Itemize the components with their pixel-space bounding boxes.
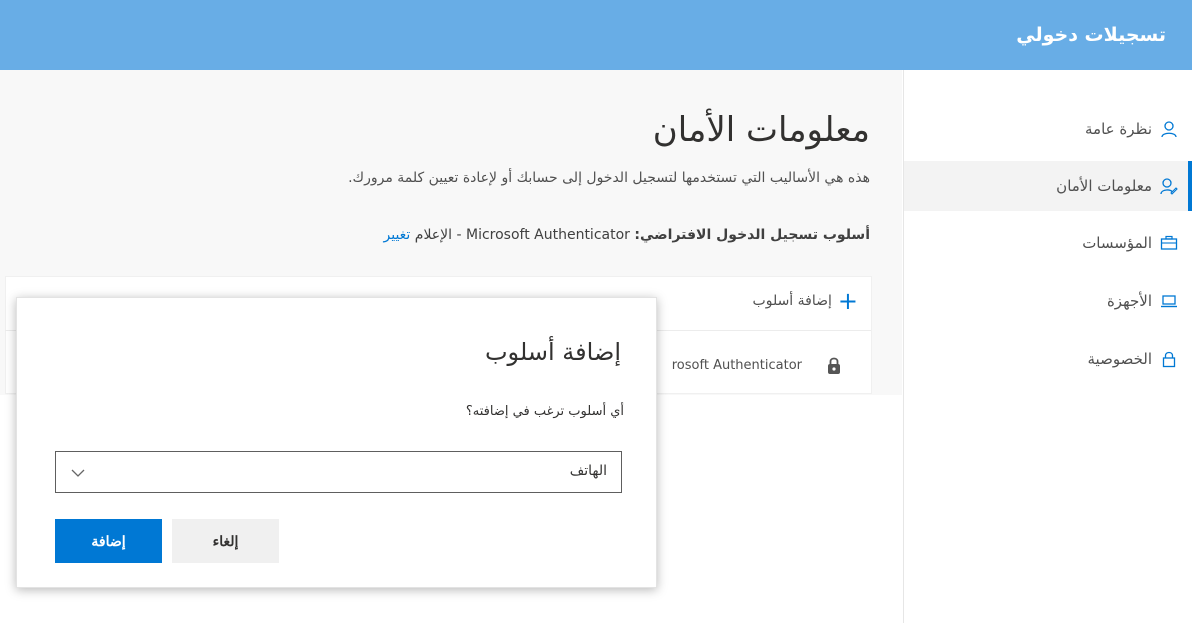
- sidebar-item-label: الأجهزة: [1106, 292, 1152, 310]
- change-default-method-link[interactable]: تغيير: [384, 227, 411, 243]
- plus-icon: +: [837, 287, 858, 315]
- sidebar-item-label: المؤسسات: [1082, 234, 1152, 252]
- laptop-icon: [1158, 290, 1180, 312]
- page: تسجيلات دخولي نظرة عامة معلومات الأمان ا…: [0, 0, 1192, 623]
- default-method-value: Microsoft Authenticator - الإعلام: [414, 227, 630, 243]
- lock-icon: [1158, 348, 1180, 370]
- add-method-dialog: إضافة أسلوب أي أسلوب ترغب في إضافته؟ اله…: [16, 297, 657, 588]
- default-method-label: أسلوب تسجيل الدخول الافتراضي:: [634, 227, 870, 243]
- default-sign-in-method: أسلوب تسجيل الدخول الافتراضي: Microsoft …: [384, 227, 871, 243]
- sidebar-item-devices[interactable]: الأجهزة: [904, 276, 1192, 326]
- add-method-button[interactable]: + إضافة أسلوب: [752, 287, 858, 315]
- app-title[interactable]: تسجيلات دخولي: [1016, 24, 1166, 46]
- cancel-button[interactable]: إلغاء: [172, 519, 279, 563]
- page-description: هذه هي الأساليب التي تستخدمها لتسجيل الد…: [348, 170, 870, 186]
- top-header-bar: تسجيلات دخولي: [0, 0, 1192, 70]
- person-icon: [1158, 118, 1180, 140]
- add-button[interactable]: إضافة: [55, 519, 162, 563]
- sidebar-item-overview[interactable]: نظرة عامة: [904, 104, 1192, 154]
- dialog-title: إضافة أسلوب: [484, 338, 621, 366]
- sidebar-item-label: نظرة عامة: [1085, 120, 1152, 138]
- dialog-question: أي أسلوب ترغب في إضافته؟: [465, 404, 624, 419]
- add-method-label: إضافة أسلوب: [752, 293, 832, 309]
- chevron-down-icon: [71, 469, 85, 477]
- briefcase-icon: [1158, 232, 1180, 254]
- sidebar-item-privacy[interactable]: الخصوصية: [904, 334, 1192, 384]
- sidebar-item-security-info[interactable]: معلومات الأمان: [904, 161, 1192, 211]
- select-value: الهاتف: [569, 463, 607, 479]
- sidebar-item-organizations[interactable]: المؤسسات: [904, 218, 1192, 268]
- sidebar-item-label: معلومات الأمان: [1056, 177, 1152, 195]
- page-title: معلومات الأمان: [652, 110, 870, 150]
- security-info-icon: [1158, 175, 1180, 197]
- sidebar-item-label: الخصوصية: [1087, 350, 1152, 368]
- authenticator-lock-icon: [828, 357, 840, 374]
- method-select[interactable]: الهاتف: [55, 451, 622, 493]
- method-name: rosoft Authenticator: [671, 358, 802, 373]
- sidebar-nav: نظرة عامة معلومات الأمان المؤسسات الأجهز…: [903, 70, 1192, 623]
